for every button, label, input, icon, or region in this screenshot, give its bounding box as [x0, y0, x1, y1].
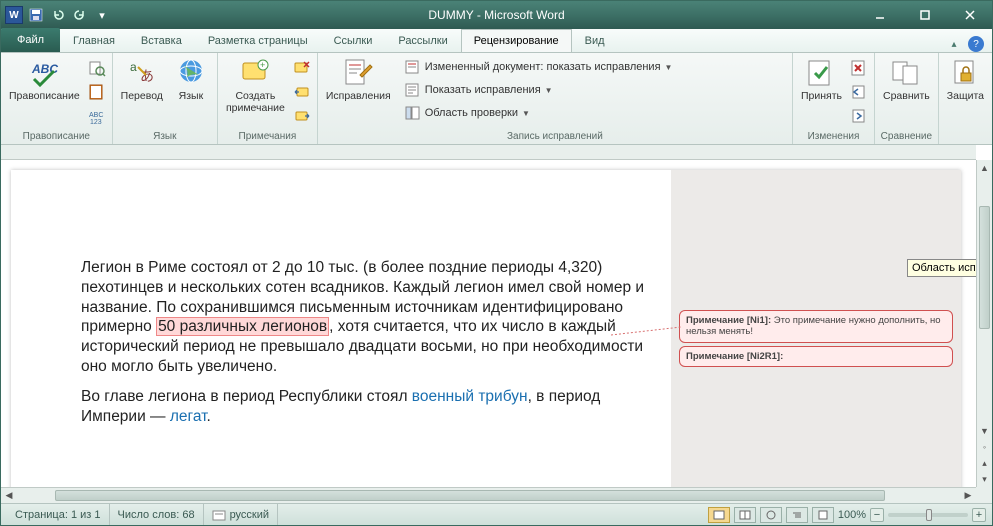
word-count[interactable]: Число слов: 68	[110, 504, 204, 525]
statusbar: Страница: 1 из 1 Число слов: 68 русский …	[1, 503, 992, 525]
svg-text:a: a	[130, 60, 137, 74]
tab-insert[interactable]: Вставка	[128, 29, 195, 52]
zoom-level[interactable]: 100%	[838, 509, 866, 521]
prev-change-icon[interactable]	[848, 81, 870, 103]
hyperlink[interactable]: легат	[170, 408, 207, 425]
scroll-left-icon[interactable]: ◀	[1, 488, 17, 503]
next-change-icon[interactable]	[848, 105, 870, 127]
close-button[interactable]	[947, 5, 992, 25]
maximize-button[interactable]	[902, 5, 947, 25]
group-comments: + Создать примечание Примечания	[218, 53, 318, 144]
accept-button[interactable]: Принять	[797, 55, 846, 105]
tab-review[interactable]: Рецензирование	[461, 29, 572, 52]
zoom-in-button[interactable]: +	[972, 508, 986, 522]
ribbon-minimize-icon[interactable]: ▴	[946, 36, 962, 52]
group-changes: Принять Изменения	[793, 53, 875, 144]
undo-icon[interactable]	[49, 6, 67, 24]
language-status[interactable]: русский	[204, 504, 278, 525]
comment-balloon[interactable]: Примечание [Ni2R1]:	[679, 346, 953, 367]
show-markup-dropdown[interactable]: Показать исправления▼	[401, 79, 677, 101]
compare-button[interactable]: Сравнить	[879, 55, 934, 105]
body-text: .	[207, 408, 211, 425]
svg-text:ABC: ABC	[89, 112, 103, 119]
outline-view-icon[interactable]	[786, 507, 808, 523]
thesaurus-icon[interactable]	[86, 81, 108, 103]
document-body[interactable]: Легион в Риме состоял от 2 до 10 тыс. (в…	[11, 170, 671, 487]
page[interactable]: Легион в Риме состоял от 2 до 10 тыс. (в…	[11, 170, 961, 487]
tab-mailings[interactable]: Рассылки	[385, 29, 460, 52]
research-icon[interactable]	[86, 57, 108, 79]
display-for-review-dropdown[interactable]: Измененный документ: показать исправлени…	[401, 56, 677, 78]
tab-home[interactable]: Главная	[60, 29, 128, 52]
hyperlink[interactable]: военный трибун	[412, 388, 528, 405]
tab-layout[interactable]: Разметка страницы	[195, 29, 321, 52]
ribbon: ABC Правописание ABC123 Правописание aあ …	[1, 53, 992, 145]
delete-comment-icon[interactable]	[291, 57, 313, 79]
window-title: DUMMY - Microsoft Word	[428, 8, 564, 22]
ruler[interactable]	[1, 145, 976, 160]
group-language: aあ Перевод Язык Язык	[113, 53, 218, 144]
commented-range[interactable]: 50 различных легионов	[156, 317, 329, 336]
markup-area: Примечание [Ni1]: Это примечание нужно д…	[671, 170, 961, 487]
zoom-slider[interactable]	[888, 513, 968, 517]
group-proofing: ABC Правописание ABC123 Правописание	[1, 53, 113, 144]
protect-button[interactable]: Защита	[943, 55, 988, 105]
next-comment-icon[interactable]	[291, 105, 313, 127]
new-comment-button[interactable]: + Создать примечание	[222, 55, 289, 116]
print-layout-view-icon[interactable]	[708, 507, 730, 523]
qat-customize-icon[interactable]: ▾	[93, 6, 111, 24]
comment-balloon[interactable]: Примечание [Ni1]: Это примечание нужно д…	[679, 310, 953, 343]
group-compare: Сравнить Сравнение	[875, 53, 939, 144]
scroll-right-icon[interactable]: ▶	[960, 488, 976, 503]
wordcount-icon[interactable]: ABC123	[86, 105, 108, 127]
prev-comment-icon[interactable]	[291, 81, 313, 103]
save-icon[interactable]	[27, 6, 45, 24]
browse-object-icon[interactable]: ◦	[977, 439, 992, 455]
help-icon[interactable]: ?	[968, 36, 984, 52]
document-area: Легион в Риме состоял от 2 до 10 тыс. (в…	[1, 145, 992, 503]
ribbon-tabs: Файл Главная Вставка Разметка страницы С…	[1, 29, 992, 53]
reviewing-pane-dropdown[interactable]: Область проверки▼	[401, 102, 677, 124]
scroll-thumb[interactable]	[979, 206, 990, 330]
redo-icon[interactable]	[71, 6, 89, 24]
vertical-scrollbar[interactable]: ▲ ▼ ◦ ▴ ▾	[976, 160, 992, 487]
web-layout-view-icon[interactable]	[760, 507, 782, 523]
page-number[interactable]: Страница: 1 из 1	[7, 504, 110, 525]
svg-text:123: 123	[90, 119, 102, 125]
scroll-thumb[interactable]	[55, 490, 885, 501]
track-changes-button[interactable]: Исправления	[322, 55, 395, 105]
horizontal-scrollbar[interactable]: ◀ ▶	[1, 487, 976, 503]
svg-text:ABC: ABC	[31, 62, 58, 76]
group-protect: Защита	[939, 53, 992, 144]
tab-view[interactable]: Вид	[572, 29, 618, 52]
svg-text:+: +	[260, 60, 265, 70]
draft-view-icon[interactable]	[812, 507, 834, 523]
tab-file[interactable]: Файл	[1, 28, 60, 52]
scroll-down-icon[interactable]: ▼	[977, 423, 992, 439]
prev-page-icon[interactable]: ▴	[977, 455, 992, 471]
minimize-button[interactable]	[857, 5, 902, 25]
body-text: Во главе легиона в период Республики сто…	[81, 388, 412, 405]
tab-references[interactable]: Ссылки	[321, 29, 386, 52]
reject-icon[interactable]	[848, 57, 870, 79]
scroll-up-icon[interactable]: ▲	[977, 160, 992, 176]
word-app-icon[interactable]: W	[5, 6, 23, 24]
next-page-icon[interactable]: ▾	[977, 471, 992, 487]
fullscreen-reading-view-icon[interactable]	[734, 507, 756, 523]
spelling-button[interactable]: ABC Правописание	[5, 55, 84, 105]
group-tracking: Исправления Измененный документ: показат…	[318, 53, 793, 144]
language-button[interactable]: Язык	[169, 55, 213, 105]
titlebar: W ▾ DUMMY - Microsoft Word	[1, 1, 992, 29]
translate-button[interactable]: aあ Перевод	[117, 55, 167, 105]
zoom-out-button[interactable]: −	[870, 508, 884, 522]
